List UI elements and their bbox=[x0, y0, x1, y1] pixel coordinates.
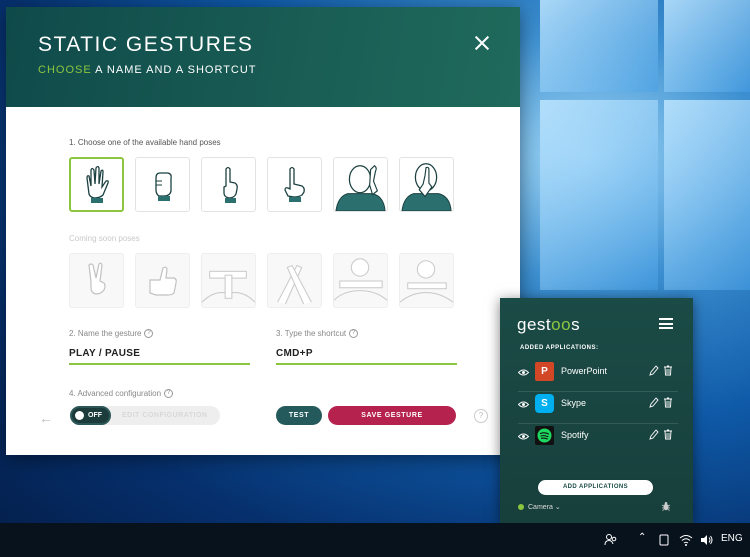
added-applications-label: ADDED APPLICATIONS: bbox=[520, 345, 599, 351]
gesture-name-input[interactable]: PLAY / PAUSE bbox=[69, 348, 250, 365]
help-icon[interactable]: ? bbox=[474, 409, 488, 423]
bug-icon[interactable] bbox=[661, 501, 671, 511]
hands-up-icon bbox=[399, 253, 454, 308]
wifi-icon[interactable] bbox=[679, 534, 693, 546]
back-arrow-icon[interactable]: ← bbox=[39, 410, 53, 426]
eye-icon[interactable] bbox=[518, 369, 529, 376]
arms-cross-icon bbox=[333, 253, 388, 308]
peace-sign-hand-icon bbox=[69, 253, 124, 308]
app-row-spotify[interactable]: Spotify bbox=[518, 426, 678, 456]
timeout-gesture-icon bbox=[201, 253, 256, 308]
trash-icon[interactable] bbox=[663, 365, 673, 376]
trash-icon[interactable] bbox=[663, 397, 673, 408]
eye-icon[interactable] bbox=[518, 433, 529, 440]
eye-icon[interactable] bbox=[518, 401, 529, 408]
hamburger-menu-icon[interactable] bbox=[659, 318, 673, 329]
pencil-icon[interactable] bbox=[649, 429, 659, 440]
help-icon[interactable]: ? bbox=[349, 329, 359, 339]
step1-label: 1. Choose one of the available hand pose… bbox=[69, 138, 221, 147]
app-row-skype[interactable]: S Skype bbox=[518, 394, 678, 424]
shortcut-input[interactable]: CMD+P bbox=[276, 348, 457, 365]
volume-icon[interactable] bbox=[700, 534, 714, 546]
dialog-title: STATIC GESTURES bbox=[38, 33, 254, 56]
l-shape-hand-icon[interactable] bbox=[267, 157, 322, 212]
step3-label: 3. Type the shortcut? bbox=[276, 329, 359, 339]
advanced-config-toggle[interactable]: OFF EDIT CONFIGURATION bbox=[70, 406, 220, 425]
people-icon[interactable] bbox=[604, 533, 618, 547]
close-icon[interactable] bbox=[474, 35, 490, 51]
camera-status-dot bbox=[518, 504, 524, 511]
save-gesture-button[interactable]: SAVE GESTURE bbox=[328, 406, 456, 425]
skype-icon: S bbox=[535, 394, 554, 413]
add-applications-button[interactable]: ADD APPLICATIONS bbox=[538, 480, 653, 495]
pointing-up-hand-icon[interactable] bbox=[201, 157, 256, 212]
dialog-header: STATIC GESTURES CHOOSE A NAME AND A SHOR… bbox=[6, 7, 520, 107]
finger-on-lips-person-icon[interactable] bbox=[399, 157, 454, 212]
toggle-switch[interactable]: OFF bbox=[70, 406, 111, 425]
help-icon[interactable]: ? bbox=[164, 389, 174, 399]
powerpoint-icon: P bbox=[535, 362, 554, 381]
step4-label: 4. Advanced configuration? bbox=[69, 389, 174, 399]
app-name: Skype bbox=[561, 398, 587, 408]
spotify-icon bbox=[535, 426, 554, 445]
gestoos-logo: gestoos bbox=[517, 315, 581, 334]
gestoos-panel: gestoos ADDED APPLICATIONS: P PowerPoint… bbox=[500, 298, 693, 523]
app-row-powerpoint[interactable]: P PowerPoint bbox=[518, 362, 678, 392]
step2-label: 2. Name the gesture? bbox=[69, 329, 154, 339]
language-indicator[interactable]: ENG bbox=[721, 533, 743, 544]
edit-configuration-label: EDIT CONFIGURATION bbox=[122, 412, 208, 419]
available-poses bbox=[69, 157, 454, 212]
coming-soon-poses bbox=[69, 253, 454, 308]
pencil-icon[interactable] bbox=[649, 397, 659, 408]
hand-to-ear-person-icon[interactable] bbox=[333, 157, 388, 212]
fist-hand-icon[interactable] bbox=[135, 157, 190, 212]
app-name: Spotify bbox=[561, 430, 589, 440]
test-button[interactable]: TEST bbox=[276, 406, 322, 425]
device-icon[interactable] bbox=[659, 534, 669, 546]
app-name: PowerPoint bbox=[561, 366, 608, 376]
trash-icon[interactable] bbox=[663, 429, 673, 440]
open-palm-hand-icon[interactable] bbox=[69, 157, 124, 212]
pencil-icon[interactable] bbox=[649, 365, 659, 376]
taskbar: ⌃ ENG bbox=[0, 523, 750, 557]
help-icon[interactable]: ? bbox=[144, 329, 154, 339]
windows-logo-wallpaper bbox=[540, 0, 750, 300]
chevron-up-icon[interactable]: ⌃ bbox=[638, 532, 646, 543]
dialog-subtitle: CHOOSE A NAME AND A SHORTCUT bbox=[38, 64, 257, 76]
crossed-hands-icon bbox=[267, 253, 322, 308]
camera-selector[interactable]: Camera ⌄ bbox=[518, 503, 561, 511]
thumbs-up-hand-icon bbox=[135, 253, 190, 308]
coming-soon-label: Coming soon poses bbox=[69, 234, 140, 243]
static-gestures-dialog: STATIC GESTURES CHOOSE A NAME AND A SHOR… bbox=[6, 7, 520, 455]
